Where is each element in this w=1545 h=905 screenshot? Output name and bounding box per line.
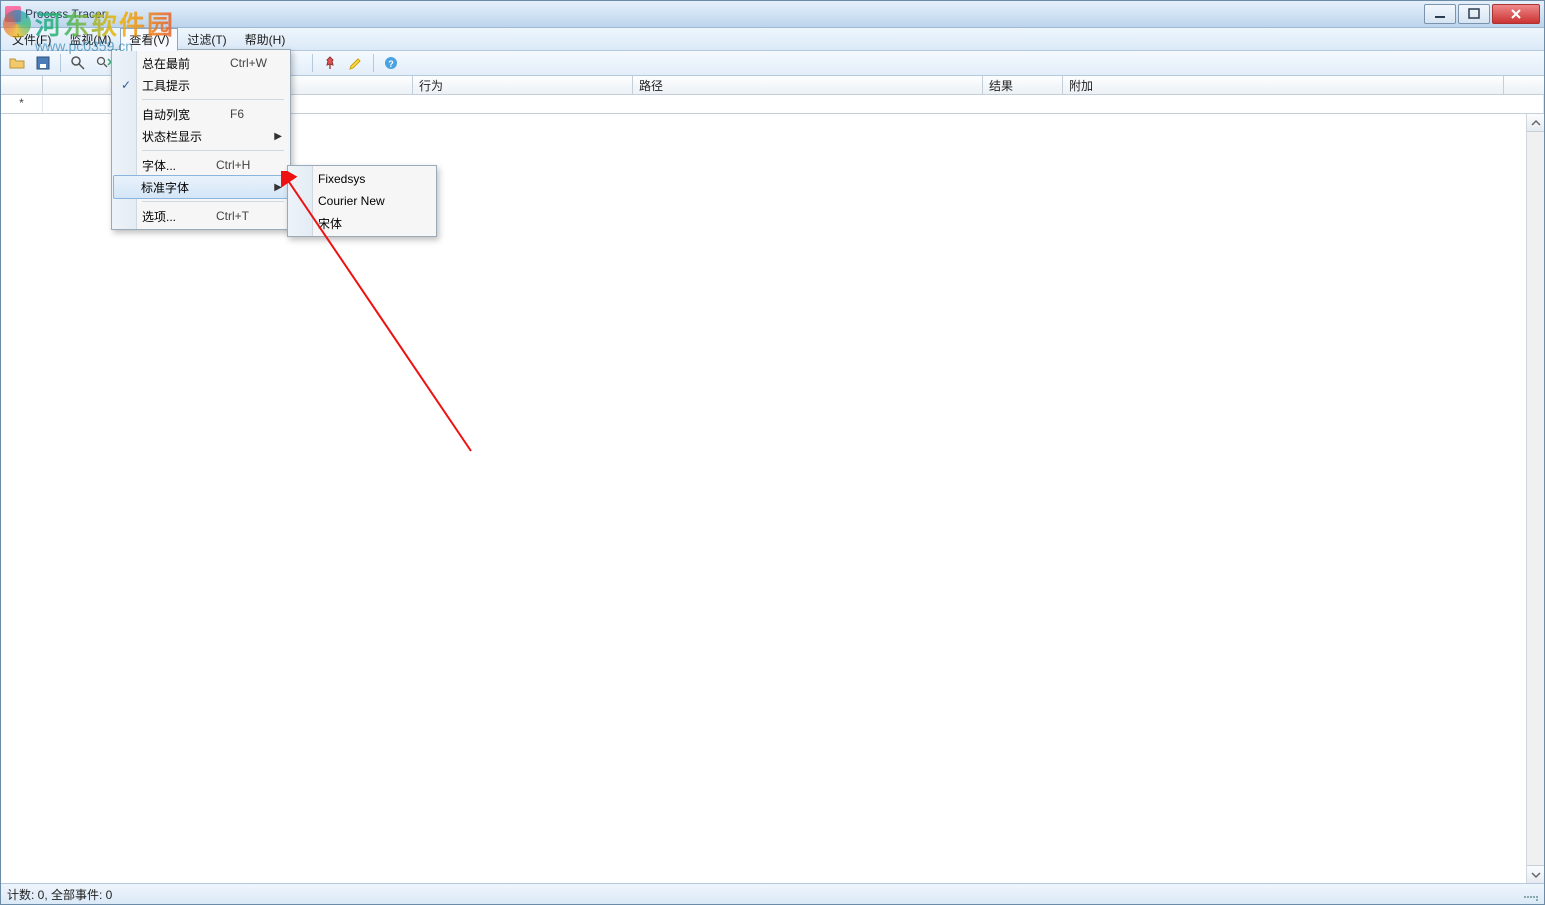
view-dropdown: 总在最前 Ctrl+W ✓ 工具提示 自动列宽 F6 状态栏显示 ▶ 字体...…	[111, 49, 291, 230]
folder-open-icon	[9, 55, 25, 71]
toolbar-separator	[60, 54, 61, 72]
menu-separator	[142, 99, 284, 100]
menuitem-auto-col-width[interactable]: 自动列宽 F6	[114, 103, 288, 125]
col-action[interactable]: 行为	[413, 76, 633, 94]
maximize-icon	[1466, 6, 1482, 22]
chevron-up-icon	[1531, 118, 1541, 128]
menuitem-label: Fixedsys	[318, 172, 365, 186]
pin-icon	[322, 55, 338, 71]
toolbar-separator	[373, 54, 374, 72]
menuitem-font[interactable]: 字体... Ctrl+H	[114, 154, 288, 176]
menuitem-shortcut: Ctrl+W	[230, 56, 267, 70]
scroll-down-button[interactable]	[1527, 865, 1544, 883]
menuitem-label: 字体...	[142, 157, 176, 174]
menuitem-statusbar-display[interactable]: 状态栏显示 ▶	[114, 125, 288, 147]
maximize-button[interactable]	[1458, 4, 1490, 24]
col-tail[interactable]	[1504, 76, 1544, 94]
svg-text:?: ?	[388, 59, 394, 69]
menuitem-shortcut: F6	[230, 107, 244, 121]
menu-separator	[142, 201, 284, 202]
resize-grip[interactable]	[1524, 887, 1538, 901]
close-button[interactable]	[1492, 4, 1540, 24]
app-icon	[5, 6, 21, 22]
submenu-arrow-icon: ▶	[274, 182, 282, 193]
menuitem-shortcut: Ctrl+H	[216, 158, 250, 172]
menuitem-standard-font[interactable]: 标准字体 ▶	[113, 175, 289, 199]
highlight-icon	[348, 55, 364, 71]
close-icon	[1508, 6, 1524, 22]
menu-help[interactable]: 帮助(H)	[236, 28, 295, 51]
col-extra[interactable]: 附加	[1063, 76, 1504, 94]
minimize-button[interactable]	[1424, 4, 1456, 24]
window-title: Process Tracer	[25, 7, 106, 21]
menuitem-label: Courier New	[318, 194, 385, 208]
submenu-arrow-icon: ▶	[274, 131, 282, 142]
menuitem-font-courier[interactable]: Courier New	[290, 190, 434, 212]
tb-help[interactable]: ?	[379, 52, 403, 74]
menu-separator	[142, 150, 284, 151]
help-icon: ?	[383, 55, 399, 71]
menuitem-tooltips[interactable]: ✓ 工具提示	[114, 74, 288, 96]
minimize-icon	[1432, 6, 1448, 22]
col-path[interactable]: 路径	[633, 76, 983, 94]
menuitem-label: 工具提示	[142, 77, 190, 94]
scroll-up-button[interactable]	[1527, 114, 1544, 132]
search-next-icon	[96, 55, 112, 71]
menuitem-font-fixedsys[interactable]: Fixedsys	[290, 168, 434, 190]
vertical-scrollbar[interactable]	[1526, 114, 1544, 883]
menuitem-shortcut: Ctrl+T	[216, 209, 249, 223]
menu-monitor[interactable]: 监视(M)	[60, 28, 120, 51]
app-window: Process Tracer 文件(F) 监视(M) 查看(V) 过滤(T) 帮…	[0, 0, 1545, 905]
tb-highlight[interactable]	[344, 52, 368, 74]
chevron-down-icon	[1531, 870, 1541, 880]
statusbar: 计数: 0, 全部事件: 0	[1, 883, 1544, 904]
col-blank[interactable]	[1, 76, 43, 94]
menuitem-always-on-top[interactable]: 总在最前 Ctrl+W	[114, 52, 288, 74]
toolbar-separator	[312, 54, 313, 72]
filter-star[interactable]: *	[1, 95, 43, 113]
tb-open[interactable]	[5, 52, 29, 74]
tb-save[interactable]	[31, 52, 55, 74]
menu-filter[interactable]: 过滤(T)	[178, 28, 235, 51]
status-text: 计数: 0, 全部事件: 0	[7, 886, 112, 903]
menu-view[interactable]: 查看(V)	[120, 28, 178, 51]
menuitem-label: 选项...	[142, 208, 176, 225]
tb-pin[interactable]	[318, 52, 342, 74]
menuitem-label: 状态栏显示	[142, 128, 202, 145]
search-icon	[70, 55, 86, 71]
check-icon: ✓	[118, 78, 134, 92]
menuitem-label: 标准字体	[141, 179, 189, 196]
menuitem-font-songti[interactable]: 宋体	[290, 212, 434, 234]
titlebar[interactable]: Process Tracer	[1, 1, 1544, 28]
save-icon	[35, 55, 51, 71]
menuitem-label: 总在最前	[142, 55, 190, 72]
tb-find[interactable]	[66, 52, 90, 74]
col-result[interactable]: 结果	[983, 76, 1063, 94]
menuitem-options[interactable]: 选项... Ctrl+T	[114, 205, 288, 227]
menuitem-label: 自动列宽	[142, 106, 190, 123]
menubar: 文件(F) 监视(M) 查看(V) 过滤(T) 帮助(H)	[1, 28, 1544, 51]
standard-font-submenu: Fixedsys Courier New 宋体	[287, 165, 437, 237]
menu-file[interactable]: 文件(F)	[3, 28, 60, 51]
menuitem-label: 宋体	[318, 215, 342, 232]
